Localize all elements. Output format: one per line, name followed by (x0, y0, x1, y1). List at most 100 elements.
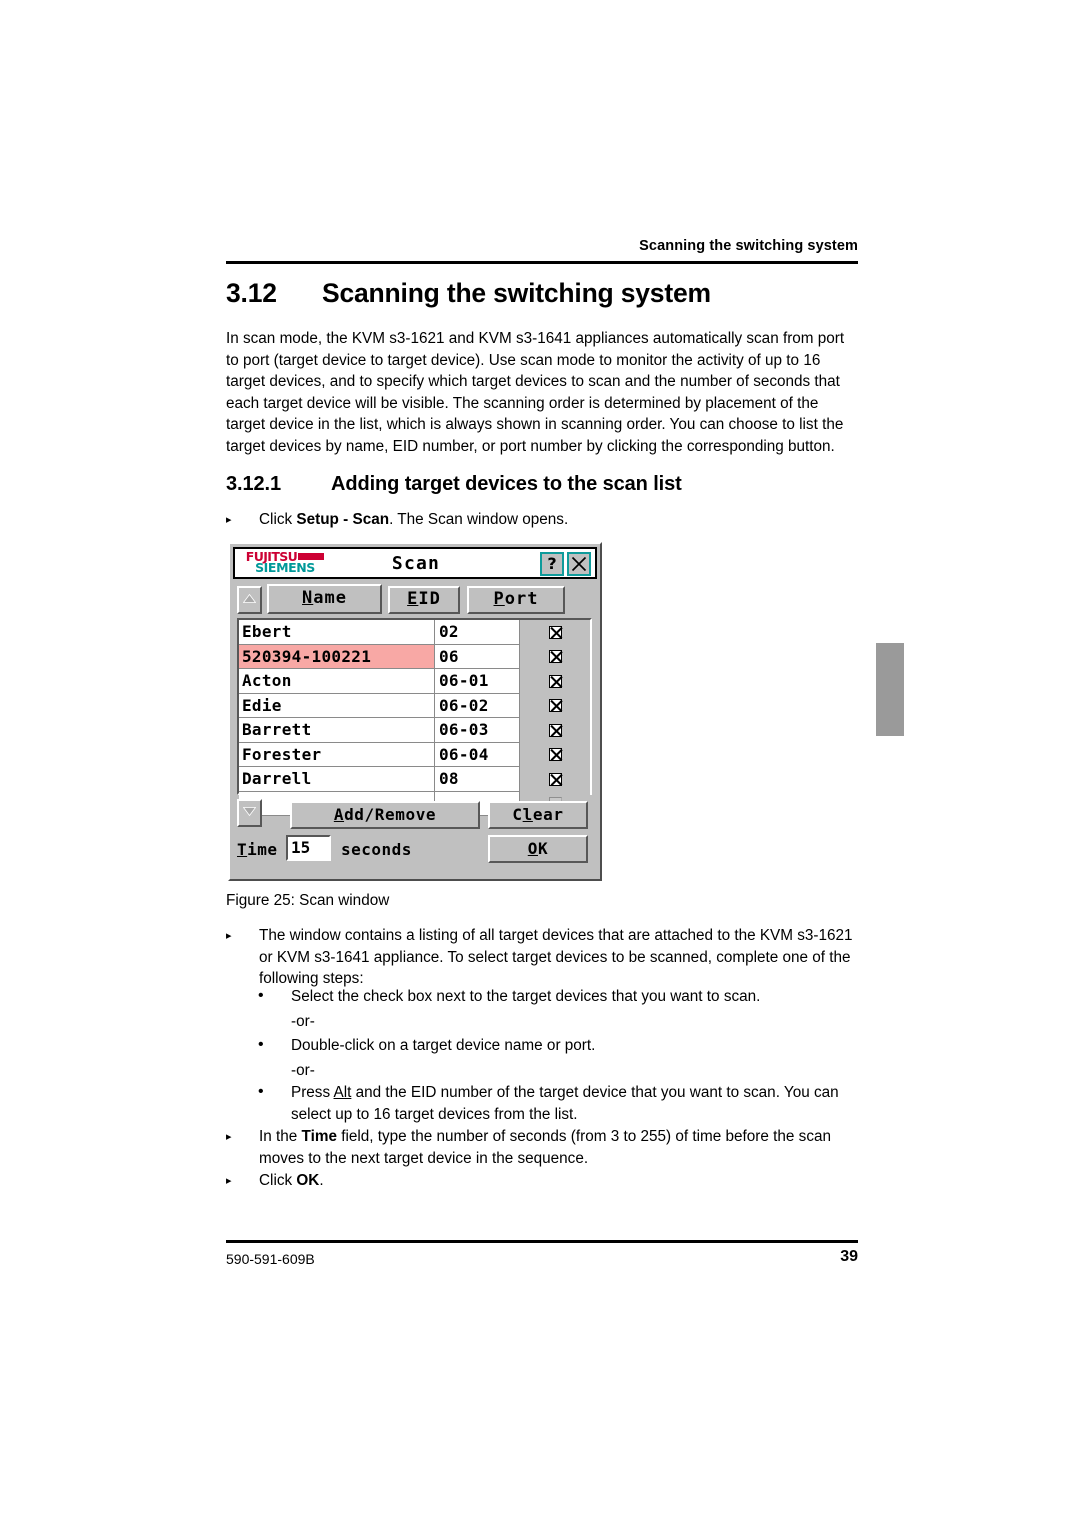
step-click-setup-scan: ▸ Click Setup - Scan. The Scan window op… (226, 509, 856, 531)
target-device-list[interactable]: Ebert 02 520394-100221 06 Acton 06-01 Ed… (237, 618, 592, 816)
time-units-label: seconds (341, 840, 412, 859)
footer-page-number: 39 (840, 1248, 858, 1265)
running-header: Scanning the switching system (639, 238, 858, 254)
arrow-bullet-icon: ▸ (226, 1131, 232, 1143)
table-row[interactable]: Edie 06-02 (239, 693, 590, 718)
device-eid-cell: 02 (435, 620, 520, 645)
device-checkbox-cell[interactable] (520, 693, 590, 718)
device-eid-cell: 08 (435, 767, 520, 792)
sort-by-name-button[interactable]: Name (267, 584, 382, 614)
table-row[interactable]: Forester 06-04 (239, 742, 590, 767)
step-time-prefix: In the (259, 1128, 302, 1145)
time-label: Time (237, 840, 278, 859)
step-ok-suffix: . (319, 1172, 324, 1189)
help-button[interactable]: ? (540, 552, 564, 576)
close-icon (571, 556, 587, 572)
device-eid-cell: 06-04 (435, 742, 520, 767)
table-row[interactable]: 520394-100221 06 (239, 644, 590, 669)
step-click-ok: ▸ Click OK. (226, 1170, 860, 1192)
sort-column-bar: Name EID Port (233, 584, 597, 616)
step-suffix: . The Scan window opens. (389, 511, 569, 528)
step-ok-prefix: Click (259, 1172, 297, 1189)
ok-button[interactable]: OK (488, 835, 588, 863)
scan-checkbox[interactable] (548, 723, 562, 737)
page-title: 3.12 Scanning the switching system (226, 278, 866, 309)
device-eid-cell: 06 (435, 644, 520, 669)
device-eid-cell: 06-03 (435, 718, 520, 743)
dot-bullet-icon: • (258, 987, 264, 1004)
step-ok-emphasis: OK (296, 1172, 320, 1189)
triangle-down-icon (243, 807, 256, 816)
header-rule (226, 261, 858, 264)
intro-paragraph: In scan mode, the KVM s3-1621 and KVM s3… (226, 330, 845, 455)
device-name-cell: 520394-100221 (239, 644, 435, 669)
table-row[interactable]: Darrell 08 (239, 767, 590, 792)
logo-bar (298, 553, 325, 560)
device-checkbox-cell[interactable] (520, 767, 590, 792)
dialog-footer-controls: Add/Remove Clear Time 15 seconds OK (233, 799, 597, 874)
device-name-cell: Acton (239, 669, 435, 694)
device-name-cell: Barrett (239, 718, 435, 743)
option-double-click-text: Double-click on a target device name or … (291, 1037, 596, 1054)
device-checkbox-cell[interactable] (520, 742, 590, 767)
scroll-down-button[interactable] (237, 799, 262, 827)
scan-checkbox[interactable] (548, 699, 562, 713)
close-button[interactable] (567, 552, 591, 576)
scan-checkbox[interactable] (548, 674, 562, 688)
device-checkbox-cell[interactable] (520, 718, 590, 743)
figure-caption: Figure 25: Scan window (226, 892, 390, 909)
ok-rest: K (538, 839, 549, 858)
table-row[interactable]: Ebert 02 (239, 620, 590, 645)
option-alt-prefix: Press (291, 1084, 334, 1101)
scan-checkbox[interactable] (548, 625, 562, 639)
dot-bullet-icon: • (258, 1036, 264, 1053)
step-emphasis: Setup - Scan (296, 511, 390, 528)
device-eid-cell: 06-01 (435, 669, 520, 694)
arrow-bullet-icon: ▸ (226, 1175, 232, 1187)
dialog-title: Scan (391, 553, 441, 574)
scan-checkbox[interactable] (548, 650, 562, 664)
option-alt-suffix: and the EID number of the target device … (291, 1084, 839, 1123)
scan-checkbox[interactable] (548, 772, 562, 786)
time-input[interactable]: 15 (286, 835, 331, 861)
footer-rule (226, 1240, 858, 1243)
add-remove-button[interactable]: Add/Remove (290, 801, 480, 829)
subsection-title: 3.12.1 Adding target devices to the scan … (226, 473, 866, 496)
or-separator-2: -or- (291, 1062, 315, 1079)
sort-by-eid-button[interactable]: EID (388, 586, 460, 614)
scan-dialog-window[interactable]: FUJITSU SIEMENS Scan ? Name EID Port Ebe… (228, 542, 602, 881)
clear-button[interactable]: Clear (488, 801, 588, 829)
scroll-up-button[interactable] (237, 586, 262, 614)
option-press-alt: • Press Alt and the EID number of the ta… (258, 1082, 858, 1125)
sort-name-rest: ame (313, 588, 347, 608)
step-time-suffix: field, type the number of seconds (from … (259, 1128, 831, 1167)
subsection-title-text: Adding target devices to the scan list (331, 473, 682, 495)
table-row[interactable]: Acton 06-01 (239, 669, 590, 694)
footer-document-number: 590-591-609B (226, 1251, 315, 1267)
device-checkbox-cell[interactable] (520, 669, 590, 694)
time-label-rest: ime (247, 840, 278, 859)
add-remove-rest: dd/Remove (344, 805, 437, 824)
step-window-contains: ▸ The window contains a listing of all t… (226, 925, 860, 990)
fujitsu-siemens-logo-icon: FUJITSU SIEMENS (239, 550, 331, 577)
sort-eid-rest: ID (418, 589, 441, 609)
device-checkbox-cell[interactable] (520, 644, 590, 669)
dialog-titlebar: FUJITSU SIEMENS Scan ? (233, 547, 597, 579)
step-time-field: ▸ In the Time field, type the number of … (226, 1126, 860, 1169)
scan-dialog-body: FUJITSU SIEMENS Scan ? Name EID Port Ebe… (233, 547, 597, 876)
sort-by-port-button[interactable]: Port (467, 586, 565, 614)
document-page: Scanning the switching system 3.12 Scanni… (0, 0, 1080, 1528)
step-window-contains-text: The window contains a listing of all tar… (259, 927, 853, 987)
step-prefix: Click (259, 511, 297, 528)
scan-checkbox[interactable] (548, 748, 562, 762)
option-double-click: • Double-click on a target device name o… (258, 1035, 858, 1057)
device-checkbox-cell[interactable] (520, 620, 590, 645)
option-alt-key: Alt (333, 1084, 352, 1101)
dot-bullet-icon: • (258, 1083, 264, 1100)
clear-rest: ear (532, 805, 564, 824)
table-row[interactable]: Barrett 06-03 (239, 718, 590, 743)
section-number: 3.12 (226, 278, 277, 308)
section-title: Scanning the switching system (322, 278, 711, 308)
device-name-cell: Ebert (239, 620, 435, 645)
option-select-checkbox-text: Select the check box next to the target … (291, 988, 761, 1005)
